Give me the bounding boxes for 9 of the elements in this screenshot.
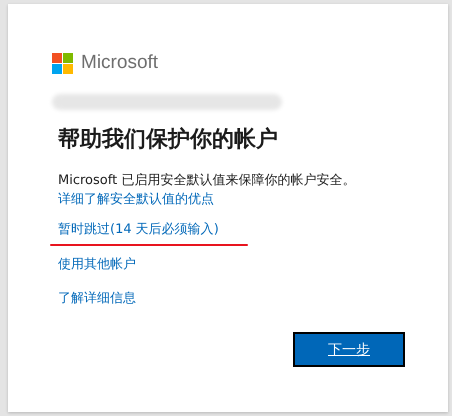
link[interactable]: 暂时跳过(14 天后必须输入) (58, 221, 219, 239)
logo-text: Microsoft (81, 52, 158, 74)
link[interactable]: 了解详细信息 (58, 290, 136, 308)
next-button[interactable]: 下一步 (293, 332, 405, 367)
page-title: 帮助我们保护你的帐户 (58, 126, 279, 154)
link[interactable]: 详细了解安全默认值的优点 (58, 191, 214, 209)
windows-squares-icon (52, 52, 73, 74)
description-text: Microsoft 已启用安全默认值来保障你的帐户安全。 (58, 172, 356, 190)
link[interactable]: 使用其他帐户 (58, 256, 136, 274)
